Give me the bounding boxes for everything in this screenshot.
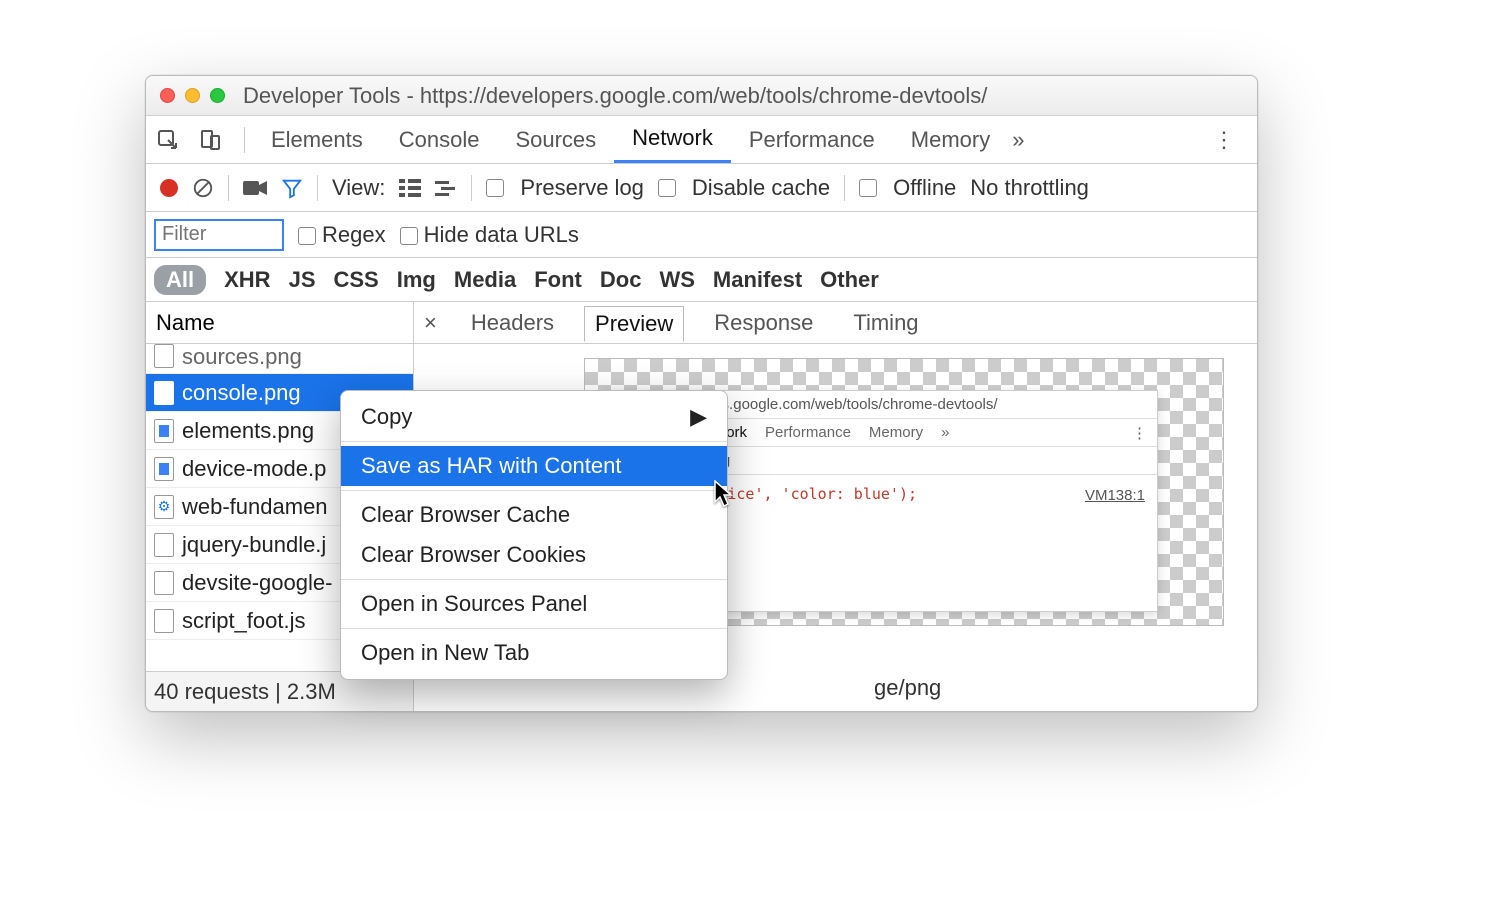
tab-console[interactable]: Console	[381, 116, 498, 163]
image-file-icon	[154, 419, 174, 443]
menu-open-tab[interactable]: Open in New Tab	[341, 633, 727, 673]
type-img[interactable]: Img	[397, 267, 436, 293]
camera-icon[interactable]	[243, 179, 267, 197]
tab-network[interactable]: Network	[614, 116, 731, 163]
titlebar: Developer Tools - https://developers.goo…	[146, 76, 1257, 116]
device-toggle-icon[interactable]	[198, 128, 222, 152]
type-xhr[interactable]: XHR	[224, 267, 270, 293]
disable-cache-toggle[interactable]: Disable cache	[658, 175, 830, 201]
type-js[interactable]: JS	[289, 267, 316, 293]
file-icon	[154, 344, 174, 368]
type-ws[interactable]: WS	[659, 267, 694, 293]
detail-tab-response[interactable]: Response	[704, 306, 823, 340]
window-title: Developer Tools - https://developers.goo…	[243, 83, 987, 109]
type-all[interactable]: All	[154, 265, 206, 295]
hide-data-urls-toggle[interactable]: Hide data URLs	[400, 222, 579, 248]
menu-copy[interactable]: Copy ▶	[341, 397, 727, 437]
gear-file-icon	[154, 495, 174, 519]
tab-performance[interactable]: Performance	[731, 116, 893, 163]
view-large-icon[interactable]	[399, 179, 421, 197]
detail-tab-bar: × Headers Preview Response Timing	[414, 302, 1257, 344]
close-window-button[interactable]	[160, 88, 175, 103]
type-media[interactable]: Media	[454, 267, 516, 293]
record-button[interactable]	[160, 179, 178, 197]
file-icon	[154, 609, 174, 633]
thumb-vm-link: VM138:1	[1085, 487, 1145, 504]
filter-input[interactable]	[154, 219, 284, 251]
main-tab-bar: Elements Console Sources Network Perform…	[146, 116, 1257, 164]
preserve-log-toggle[interactable]: Preserve log	[486, 175, 644, 201]
menu-open-sources[interactable]: Open in Sources Panel	[341, 584, 727, 624]
file-icon	[154, 533, 174, 557]
request-row[interactable]: sources.png	[146, 344, 413, 374]
minimize-window-button[interactable]	[185, 88, 200, 103]
type-manifest[interactable]: Manifest	[713, 267, 802, 293]
zoom-window-button[interactable]	[210, 88, 225, 103]
filter-row: Regex Hide data URLs	[146, 212, 1257, 258]
file-icon	[154, 381, 174, 405]
type-font[interactable]: Font	[534, 267, 582, 293]
view-label: View:	[332, 175, 385, 201]
menu-clear-cookies[interactable]: Clear Browser Cookies	[341, 535, 727, 575]
type-other[interactable]: Other	[820, 267, 879, 293]
offline-toggle[interactable]: Offline	[859, 175, 956, 201]
detail-tab-preview[interactable]: Preview	[584, 306, 684, 342]
type-css[interactable]: CSS	[334, 267, 379, 293]
detail-tab-timing[interactable]: Timing	[843, 306, 928, 340]
menu-save-har[interactable]: Save as HAR with Content	[341, 446, 727, 486]
submenu-arrow-icon: ▶	[690, 404, 707, 430]
image-file-icon	[154, 457, 174, 481]
filter-funnel-icon[interactable]	[281, 177, 303, 199]
context-menu: Copy ▶ Save as HAR with Content Clear Br…	[340, 390, 728, 680]
clear-icon[interactable]	[192, 177, 214, 199]
tab-elements[interactable]: Elements	[253, 116, 381, 163]
name-header[interactable]: Name	[146, 302, 413, 344]
file-icon	[154, 571, 174, 595]
type-doc[interactable]: Doc	[600, 267, 642, 293]
network-toolbar: View: Preserve log Disable cache Offline…	[146, 164, 1257, 212]
resource-type-filter: All XHR JS CSS Img Media Font Doc WS Man…	[146, 258, 1257, 302]
view-small-icon[interactable]	[435, 179, 457, 197]
tab-memory[interactable]: Memory	[893, 116, 1008, 163]
mime-text: ge/png	[874, 675, 941, 701]
mouse-cursor-icon	[714, 480, 734, 513]
window-controls	[160, 88, 225, 103]
close-detail-icon[interactable]: ×	[424, 310, 437, 336]
detail-tab-headers[interactable]: Headers	[461, 306, 564, 340]
settings-kebab-icon[interactable]: ⋮	[1203, 127, 1247, 153]
menu-clear-cache[interactable]: Clear Browser Cache	[341, 495, 727, 535]
tabs-overflow-icon[interactable]: »	[1012, 127, 1024, 153]
inspect-element-icon[interactable]	[156, 128, 180, 152]
throttling-select[interactable]: No throttling	[970, 175, 1089, 201]
tab-sources[interactable]: Sources	[497, 116, 614, 163]
regex-toggle[interactable]: Regex	[298, 222, 386, 248]
